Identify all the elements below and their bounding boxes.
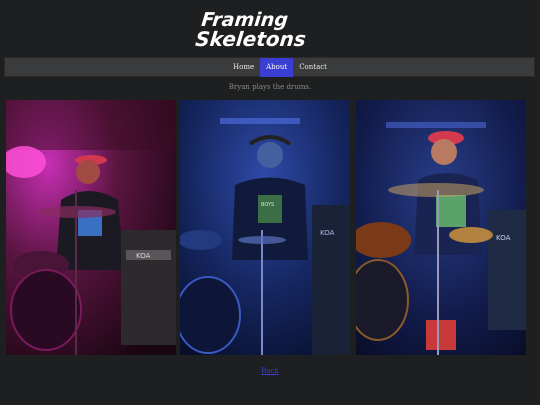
amp-label-3: KOA (496, 234, 511, 242)
nav-about[interactable]: About (260, 58, 294, 77)
main-nav: Home About Contact (4, 57, 535, 77)
site-logo[interactable]: Framing Skeletons (194, 6, 345, 51)
amp-label: KOA (136, 252, 151, 260)
svg-text:Skeletons: Skeletons (195, 27, 307, 50)
drummer-photo-2: BOYS KOA (180, 100, 350, 355)
shirt-text: BOYS (261, 202, 274, 208)
drummer-photo-1: KOA (6, 100, 176, 355)
nav-home[interactable]: Home (227, 58, 260, 77)
amp-label-2: KOA (320, 229, 335, 237)
page-caption: Bryan plays the drums. (228, 83, 312, 91)
drummer-photo-3: KOA (356, 100, 526, 355)
back-link[interactable]: Back (0, 367, 540, 375)
nav-contact[interactable]: Contact (293, 58, 333, 77)
